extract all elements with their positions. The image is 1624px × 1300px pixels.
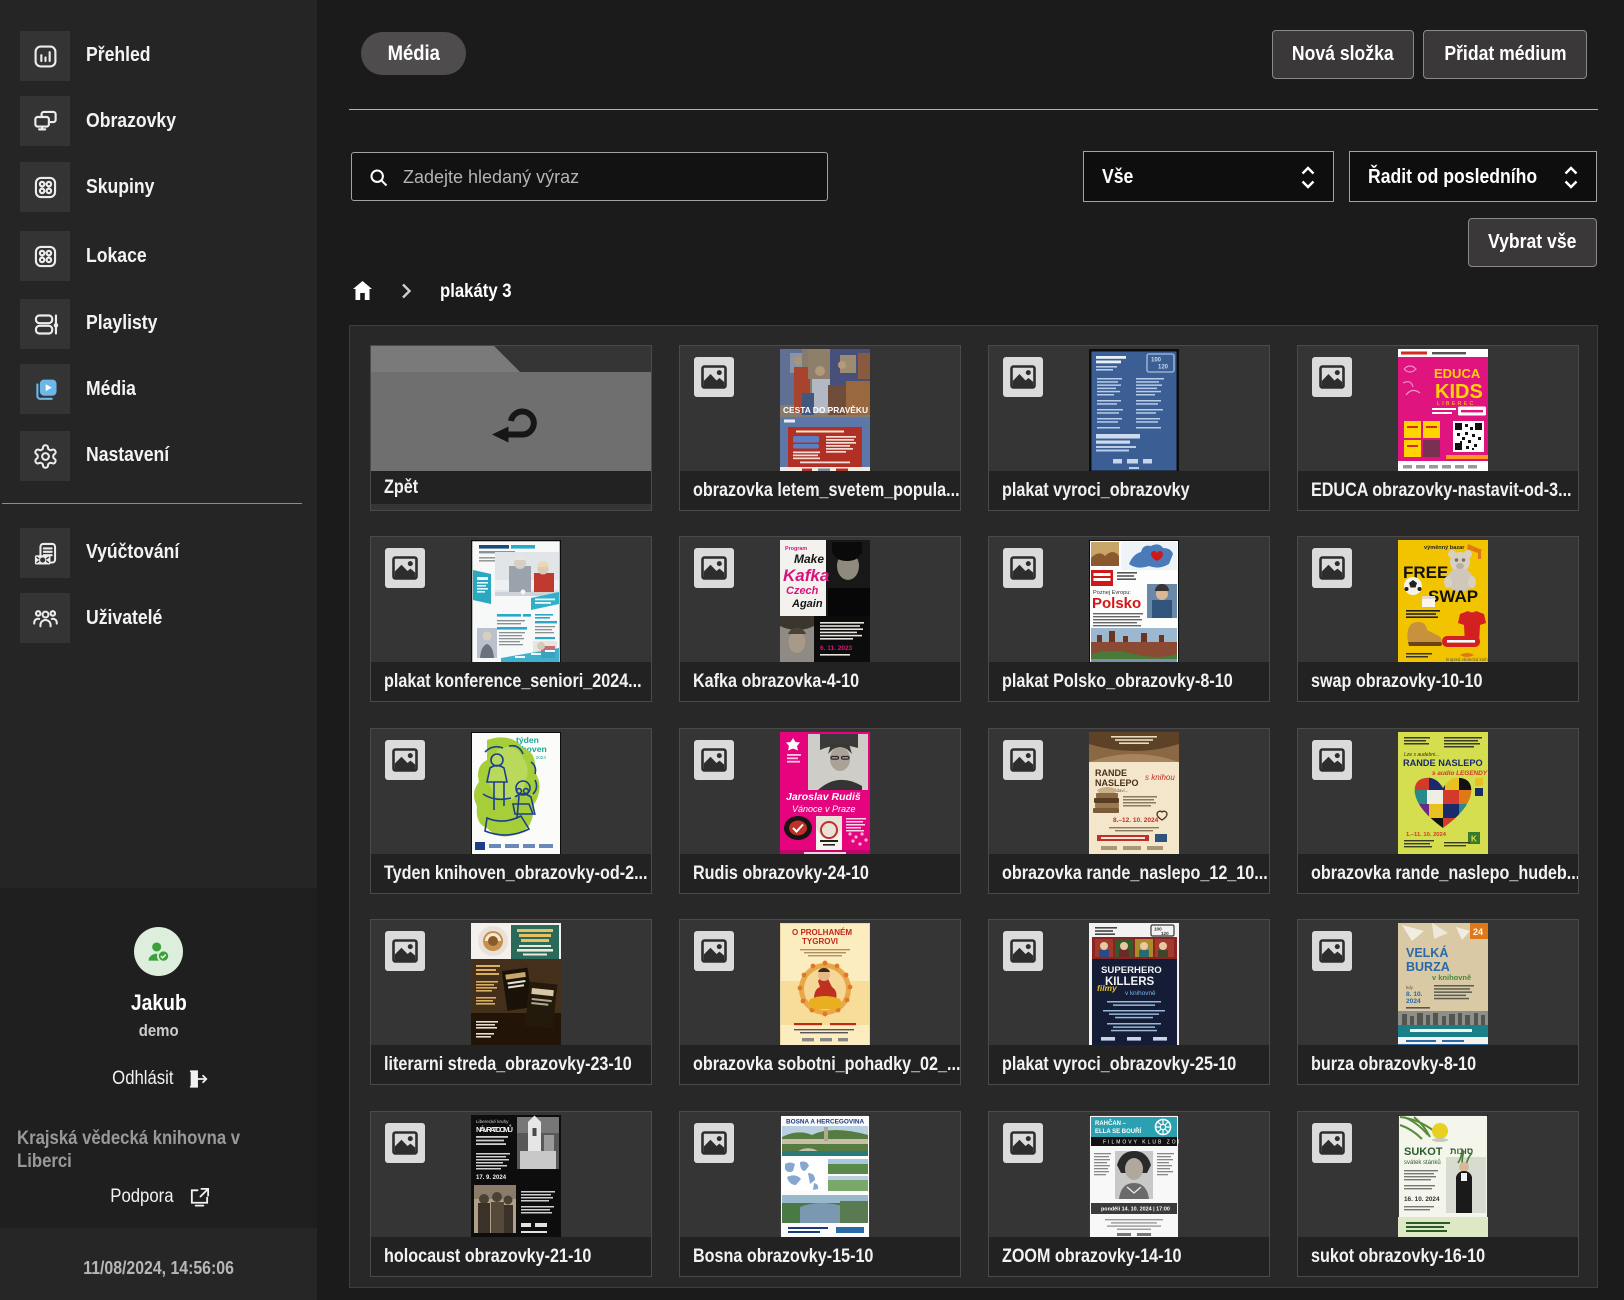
svg-text:v knihovně: v knihovně xyxy=(1432,973,1471,982)
svg-text:K: K xyxy=(1471,835,1477,844)
svg-text:2024: 2024 xyxy=(1406,998,1421,1005)
svg-text:120: 120 xyxy=(1161,931,1169,936)
svg-text:Liberecké kruhy: Liberecké kruhy xyxy=(476,1119,509,1124)
svg-text:SUKOT: SUKOT xyxy=(1404,1146,1443,1158)
svg-text:svátek stánků: svátek stánků xyxy=(1404,1159,1441,1166)
svg-text:Kafka: Kafka xyxy=(783,566,829,585)
svg-text:s knihou: s knihou xyxy=(1145,773,1175,782)
svg-text:BURZA: BURZA xyxy=(1406,960,1450,974)
svg-text:VELKÁ: VELKÁ xyxy=(1406,945,1448,960)
svg-text:Vánoce v Praze: Vánoce v Praze xyxy=(792,804,856,814)
svg-text:BOSNA A HERCEGOVINA: BOSNA A HERCEGOVINA xyxy=(786,1119,864,1126)
svg-text:100: 100 xyxy=(1151,358,1162,364)
svg-text:Jaroslav Rudiš: Jaroslav Rudiš xyxy=(786,791,861,803)
svg-text:Make: Make xyxy=(794,552,824,566)
svg-text:SUPERHERO: SUPERHERO xyxy=(1101,965,1162,976)
svg-text:NASLEPO: NASLEPO xyxy=(1095,778,1139,788)
svg-text:NÁVRAT DOMŮ: NÁVRAT DOMŮ xyxy=(476,1124,513,1134)
svg-text:24: 24 xyxy=(1473,927,1483,937)
svg-text:TYGROVI: TYGROVI xyxy=(802,937,838,946)
svg-text:Again: Again xyxy=(791,598,823,610)
svg-text:Polsko: Polsko xyxy=(1092,595,1141,612)
svg-text:výměnný bazar: výměnný bazar xyxy=(1424,545,1465,551)
svg-text:8.–12. 10. 2024: 8.–12. 10. 2024 xyxy=(1113,817,1159,824)
svg-text:RANDE NASLEPO: RANDE NASLEPO xyxy=(1403,758,1483,768)
svg-text:120: 120 xyxy=(1158,365,1169,371)
svg-text:RAHČAN –: RAHČAN – xyxy=(1095,1120,1127,1127)
svg-text:KIDS: KIDS xyxy=(1435,381,1483,403)
svg-text:CESTA DO PRAVĚKU: CESTA DO PRAVĚKU xyxy=(783,404,868,415)
svg-text:16. 10. 2024: 16. 10. 2024 xyxy=(1404,1196,1440,1203)
svg-text:s audio LEGENDY: s audio LEGENDY xyxy=(1432,770,1488,777)
svg-text:6. 11. 2023: 6. 11. 2023 xyxy=(820,645,853,652)
svg-text:RANDE: RANDE xyxy=(1095,768,1127,778)
svg-text:O PROLHANÉM: O PROLHANÉM xyxy=(792,928,852,937)
svg-text:1.–11. 10. 2024: 1.–11. 10. 2024 xyxy=(1406,832,1447,838)
svg-text:Czech: Czech xyxy=(786,585,819,597)
svg-text:filmy: filmy xyxy=(1097,983,1118,993)
svg-text:ELLA SE BOUŘÍ: ELLA SE BOUŘÍ xyxy=(1095,1127,1141,1135)
svg-text:pondělí 14. 10. 2024 | 17:00: pondělí 14. 10. 2024 | 17:00 xyxy=(1101,1207,1170,1213)
svg-text:SWAP: SWAP xyxy=(1428,587,1478,606)
svg-text:LIBEREC: LIBEREC xyxy=(1437,401,1475,407)
svg-text:FILMOVY KLUB ZOOM: FILMOVY KLUB ZOOM xyxy=(1103,1140,1179,1146)
svg-text:v knihovně: v knihovně xyxy=(1125,990,1156,997)
svg-text:8. 10.: 8. 10. xyxy=(1406,991,1423,998)
svg-text:EDUCA: EDUCA xyxy=(1434,366,1481,381)
svg-text:kdy: kdy xyxy=(1406,985,1414,990)
svg-text:17. 9. 2024: 17. 9. 2024 xyxy=(476,1175,507,1181)
